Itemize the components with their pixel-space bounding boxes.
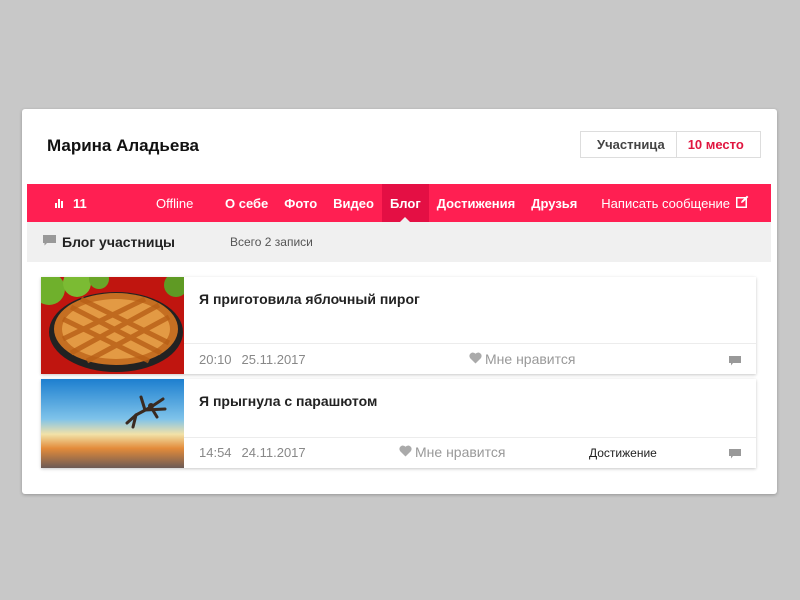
- profile-card: Марина Аладьева Участница 10 место 11 Of…: [22, 109, 777, 494]
- blog-post-count: Всего 2 записи: [230, 235, 313, 249]
- rank-place: 10 место: [687, 137, 744, 152]
- blog-title: Блог участницы: [62, 234, 176, 250]
- post-time: 20:10: [199, 352, 232, 367]
- profile-nav: 11 Offline О себе Фото Видео Блог Достиж…: [27, 184, 771, 222]
- write-message-button[interactable]: Написать сообщение: [601, 184, 749, 222]
- nav-stat-value: 11: [73, 195, 87, 211]
- write-message-label: Написать сообщение: [601, 195, 730, 211]
- profile-name: Марина Аладьева: [47, 136, 200, 155]
- edit-icon: [736, 195, 749, 211]
- tab-video[interactable]: Видео: [325, 184, 382, 222]
- post-title[interactable]: Я приготовила яблочный пирог: [199, 291, 420, 307]
- post-title[interactable]: Я прыгнула с парашютом: [199, 393, 377, 409]
- like-label: Мне нравится: [485, 351, 576, 367]
- comment-icon[interactable]: [729, 446, 741, 464]
- apple-pie-photo[interactable]: [41, 277, 184, 374]
- skydiver-photo[interactable]: [41, 379, 184, 468]
- tab-achievements[interactable]: Достижения: [429, 184, 523, 222]
- heart-icon: [469, 351, 482, 367]
- rank-role: Участница: [581, 132, 677, 157]
- nav-tabs: О себе Фото Видео Блог Достижения Друзья: [217, 184, 585, 222]
- post-meta: 20:10 25.11.2017: [199, 352, 306, 367]
- post-time: 14:54: [199, 445, 232, 460]
- post-divider: [184, 343, 756, 344]
- blog-header: Блог участницы Всего 2 записи: [27, 222, 771, 262]
- post-divider: [184, 437, 756, 438]
- like-button[interactable]: Мне нравится: [469, 351, 575, 367]
- heart-icon: [399, 444, 412, 460]
- blog-title-wrap: Блог участницы: [43, 222, 175, 262]
- post-meta: 14:54 24.11.2017: [199, 445, 306, 460]
- tab-friends[interactable]: Друзья: [523, 184, 585, 222]
- like-label: Мне нравится: [415, 444, 506, 460]
- blog-post[interactable]: Я прыгнула с парашютом 14:54 24.11.2017 …: [41, 379, 756, 468]
- comment-icon[interactable]: [729, 353, 741, 371]
- post-date: 24.11.2017: [241, 445, 306, 460]
- online-status: Offline: [156, 195, 194, 211]
- rank-box: Участница 10 место: [580, 131, 761, 158]
- tab-photo[interactable]: Фото: [276, 184, 325, 222]
- like-button[interactable]: Мне нравится: [399, 444, 505, 460]
- achievement-tag[interactable]: Достижение: [589, 446, 657, 460]
- post-date: 25.11.2017: [241, 352, 306, 367]
- bar-chart-icon: [55, 198, 63, 208]
- blog-post[interactable]: Я приготовила яблочный пирог 20:10 25.11…: [41, 277, 756, 374]
- comment-icon: [43, 233, 56, 251]
- tab-blog[interactable]: Блог: [381, 184, 429, 222]
- tab-about[interactable]: О себе: [217, 184, 276, 222]
- nav-stat[interactable]: 11: [55, 184, 87, 222]
